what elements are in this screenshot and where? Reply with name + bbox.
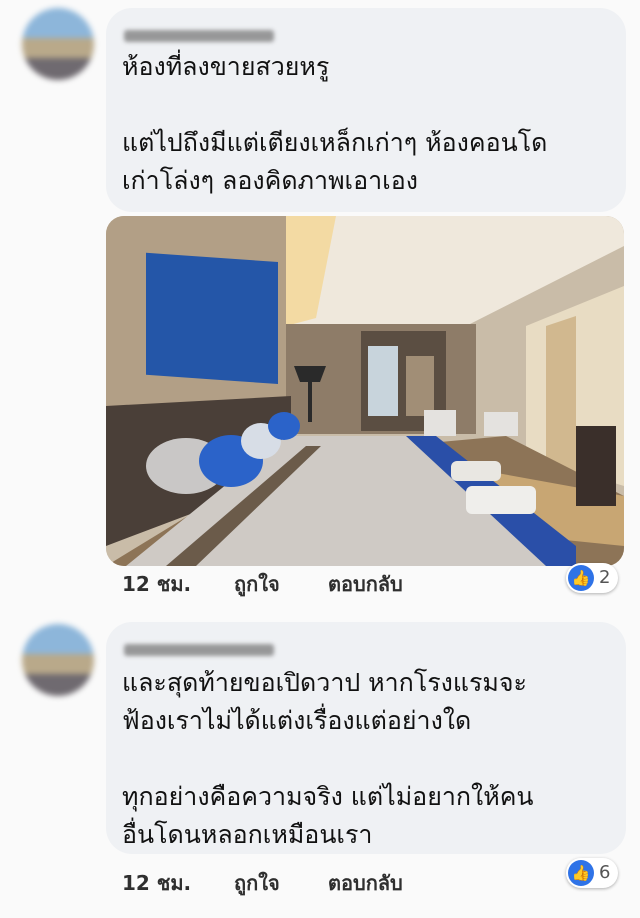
comment-actions: 12 ชม. ถูกใจ ตอบกลับ bbox=[122, 868, 522, 898]
comment-actions: 12 ชม. ถูกใจ ตอบกลับ bbox=[122, 569, 522, 599]
bedroom-photo bbox=[106, 216, 624, 566]
comment-bubble: และสุดท้ายขอเปิดวาป หากโรงแรมจะ ฟ้องเราไ… bbox=[106, 622, 626, 854]
thumbs-up-icon: 👍 bbox=[568, 565, 594, 591]
attached-photo[interactable] bbox=[106, 216, 624, 566]
thumbs-up-icon: 👍 bbox=[568, 860, 594, 886]
reaction-badge[interactable]: 👍 6 bbox=[566, 858, 618, 888]
comment-bubble: ห้องที่ลงขายสวยหรู แต่ไปถึงมีแต่เตียงเหล… bbox=[106, 8, 626, 212]
reply-link[interactable]: ตอบกลับ bbox=[328, 868, 403, 898]
comment-time[interactable]: 12 ชม. bbox=[122, 868, 191, 898]
reply-link[interactable]: ตอบกลับ bbox=[328, 569, 403, 599]
avatar[interactable] bbox=[22, 8, 94, 80]
like-link[interactable]: ถูกใจ bbox=[234, 868, 280, 898]
reaction-badge[interactable]: 👍 2 bbox=[566, 563, 618, 593]
comment-text: และสุดท้ายขอเปิดวาป หากโรงแรมจะ ฟ้องเราไ… bbox=[122, 668, 534, 849]
reaction-count: 2 bbox=[599, 567, 611, 588]
author-name-blurred[interactable] bbox=[124, 644, 274, 656]
like-link[interactable]: ถูกใจ bbox=[234, 569, 280, 599]
reaction-count: 6 bbox=[599, 862, 611, 883]
avatar[interactable] bbox=[22, 624, 94, 696]
comment-text: ห้องที่ลงขายสวยหรู แต่ไปถึงมีแต่เตียงเหล… bbox=[122, 52, 548, 195]
author-name-blurred[interactable] bbox=[124, 30, 274, 42]
comment-time[interactable]: 12 ชม. bbox=[122, 569, 191, 599]
